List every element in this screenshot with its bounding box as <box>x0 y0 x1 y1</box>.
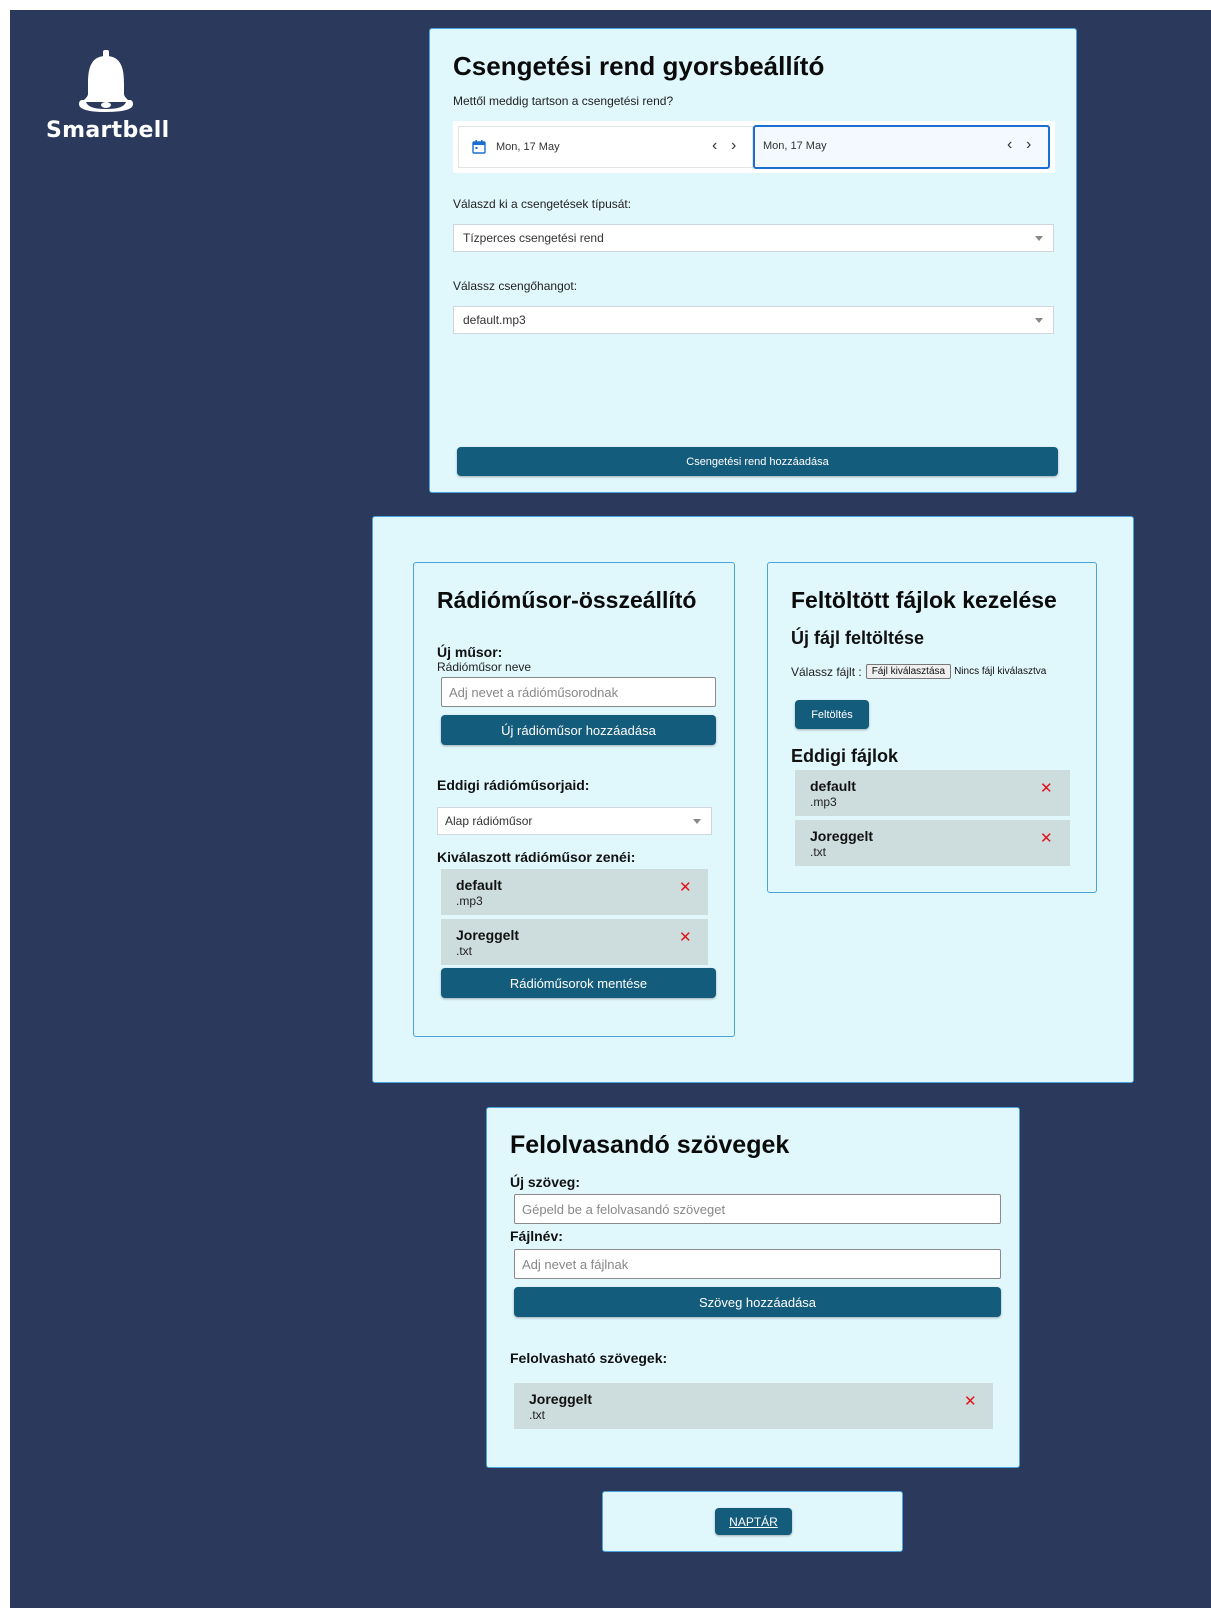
choose-file-label: Válassz fájlt : <box>791 664 862 679</box>
bell-type-value: Tízperces csengetési rend <box>463 231 604 245</box>
list-item: default .mp3 ✕ <box>441 869 708 915</box>
no-file-text: Nincs fájl kiválasztva <box>954 666 1047 677</box>
delete-icon[interactable]: ✕ <box>679 928 692 946</box>
song-ext: .txt <box>456 944 473 958</box>
list-item: Joreggelt .txt ✕ <box>514 1383 993 1429</box>
delete-icon[interactable]: ✕ <box>679 878 692 896</box>
text-name: Joreggelt <box>529 1391 593 1407</box>
end-date-value: Mon, 17 May <box>763 140 827 152</box>
song-name: Joreggelt <box>456 927 520 943</box>
show-select-value: Alap rádióműsor <box>445 814 533 828</box>
file-name: Joreggelt <box>810 828 874 844</box>
new-show-label: Új műsor: <box>437 644 503 660</box>
page-background: Smartbell Csengetési rend gyorsbeállító … <box>10 10 1211 1608</box>
chevron-down-icon <box>1035 318 1043 323</box>
start-date-value: Mon, 17 May <box>496 141 560 153</box>
add-text-button[interactable]: Szöveg hozzáadása <box>514 1287 1001 1317</box>
date-range-label: Mettől meddig tartson a csengetési rend? <box>453 94 674 108</box>
filename-label: Fájlnév: <box>510 1228 563 1244</box>
file-name: default <box>810 778 856 794</box>
chevron-down-icon <box>1035 236 1043 241</box>
end-date-next-icon[interactable]: › <box>1026 136 1031 154</box>
calendar-link[interactable]: NAPTÁR <box>715 1508 792 1535</box>
show-name-label: Rádióműsor neve <box>437 660 532 674</box>
ringtone-label: Válassz csengőhangot: <box>453 279 578 293</box>
selected-show-songs-label: Kiválaszott rádióműsor zenéi: <box>437 849 636 865</box>
save-shows-button[interactable]: Rádióműsorok mentése <box>441 968 716 998</box>
files-list-title: Eddigi fájlok <box>791 746 899 766</box>
brand-logo[interactable]: Smartbell <box>46 50 170 143</box>
end-date-prev-icon[interactable]: ‹ <box>1007 136 1012 154</box>
song-name: default <box>456 877 502 893</box>
list-item: default .mp3 ✕ <box>795 770 1070 816</box>
bell-type-select[interactable]: Tízperces csengetési rend <box>453 224 1054 252</box>
file-ext: .mp3 <box>810 795 837 809</box>
choose-file-row: Válassz fájlt : Fájl kiválasztása Nincs … <box>791 664 1046 679</box>
list-item: Joreggelt .txt ✕ <box>441 919 708 965</box>
quick-setup-title: Csengetési rend gyorsbeállító <box>453 51 825 81</box>
radio-files-card: Rádióműsor-összeállító Új műsor: Rádiómű… <box>372 516 1134 1083</box>
start-date-field[interactable]: Mon, 17 May ‹ › <box>458 126 753 168</box>
show-name-input[interactable]: Adj nevet a rádióműsorodnak <box>441 677 716 707</box>
delete-icon[interactable]: ✕ <box>1040 829 1053 847</box>
radio-builder-title: Rádióműsor-összeállító <box>437 587 697 613</box>
brand-name: Smartbell <box>46 118 170 143</box>
ringtone-value: default.mp3 <box>463 313 526 327</box>
calendar-icon <box>472 140 486 154</box>
chevron-down-icon <box>693 819 701 824</box>
start-date-next-icon[interactable]: › <box>731 137 736 155</box>
show-name-placeholder: Adj nevet a rádióműsorodnak <box>449 684 619 700</box>
bell-icon <box>79 50 133 112</box>
text-input[interactable]: Gépeld be a felolvasandó szöveget <box>514 1194 1001 1224</box>
radio-builder-panel: Rádióműsor-összeállító Új műsor: Rádiómű… <box>413 562 735 1037</box>
song-ext: .mp3 <box>456 894 483 908</box>
texts-card: Felolvasandó szövegek Új szöveg: Gépeld … <box>486 1107 1020 1468</box>
new-text-label: Új szöveg: <box>510 1174 581 1190</box>
show-select[interactable]: Alap rádióműsor <box>437 807 712 835</box>
texts-title: Felolvasandó szövegek <box>510 1131 790 1159</box>
files-panel: Feltöltött fájlok kezelése Új fájl feltö… <box>767 562 1097 893</box>
upload-button[interactable]: Feltöltés <box>795 700 869 729</box>
filename-input[interactable]: Adj nevet a fájlnak <box>514 1249 1001 1279</box>
add-schedule-button[interactable]: Csengetési rend hozzáadása <box>457 447 1058 476</box>
end-date-field[interactable]: Mon, 17 May ‹ › <box>753 125 1050 169</box>
text-ext: .txt <box>529 1408 546 1422</box>
delete-icon[interactable]: ✕ <box>964 1392 977 1410</box>
start-date-prev-icon[interactable]: ‹ <box>712 137 717 155</box>
bell-type-label: Válaszd ki a csengetések típusát: <box>453 197 632 211</box>
calendar-card: NAPTÁR <box>602 1491 903 1552</box>
delete-icon[interactable]: ✕ <box>1040 779 1053 797</box>
date-range-picker: Mon, 17 May ‹ › Mon, 17 May ‹ › <box>453 121 1055 173</box>
filename-input-placeholder: Adj nevet a fájlnak <box>522 1256 629 1272</box>
text-input-placeholder: Gépeld be a felolvasandó szöveget <box>522 1201 726 1217</box>
ringtone-select[interactable]: default.mp3 <box>453 306 1054 334</box>
existing-shows-label: Eddigi rádióműsorjaid: <box>437 777 590 793</box>
choose-file-button[interactable]: Fájl kiválasztása <box>865 664 952 679</box>
quick-setup-card: Csengetési rend gyorsbeállító Mettől med… <box>429 28 1077 493</box>
list-item: Joreggelt .txt ✕ <box>795 820 1070 866</box>
files-title: Feltöltött fájlok kezelése <box>791 587 1057 613</box>
add-show-button[interactable]: Új rádióműsor hozzáadása <box>441 715 716 745</box>
upload-title: Új fájl feltöltése <box>791 628 925 648</box>
readable-texts-label: Felolvasható szövegek: <box>510 1350 668 1366</box>
file-ext: .txt <box>810 845 827 859</box>
